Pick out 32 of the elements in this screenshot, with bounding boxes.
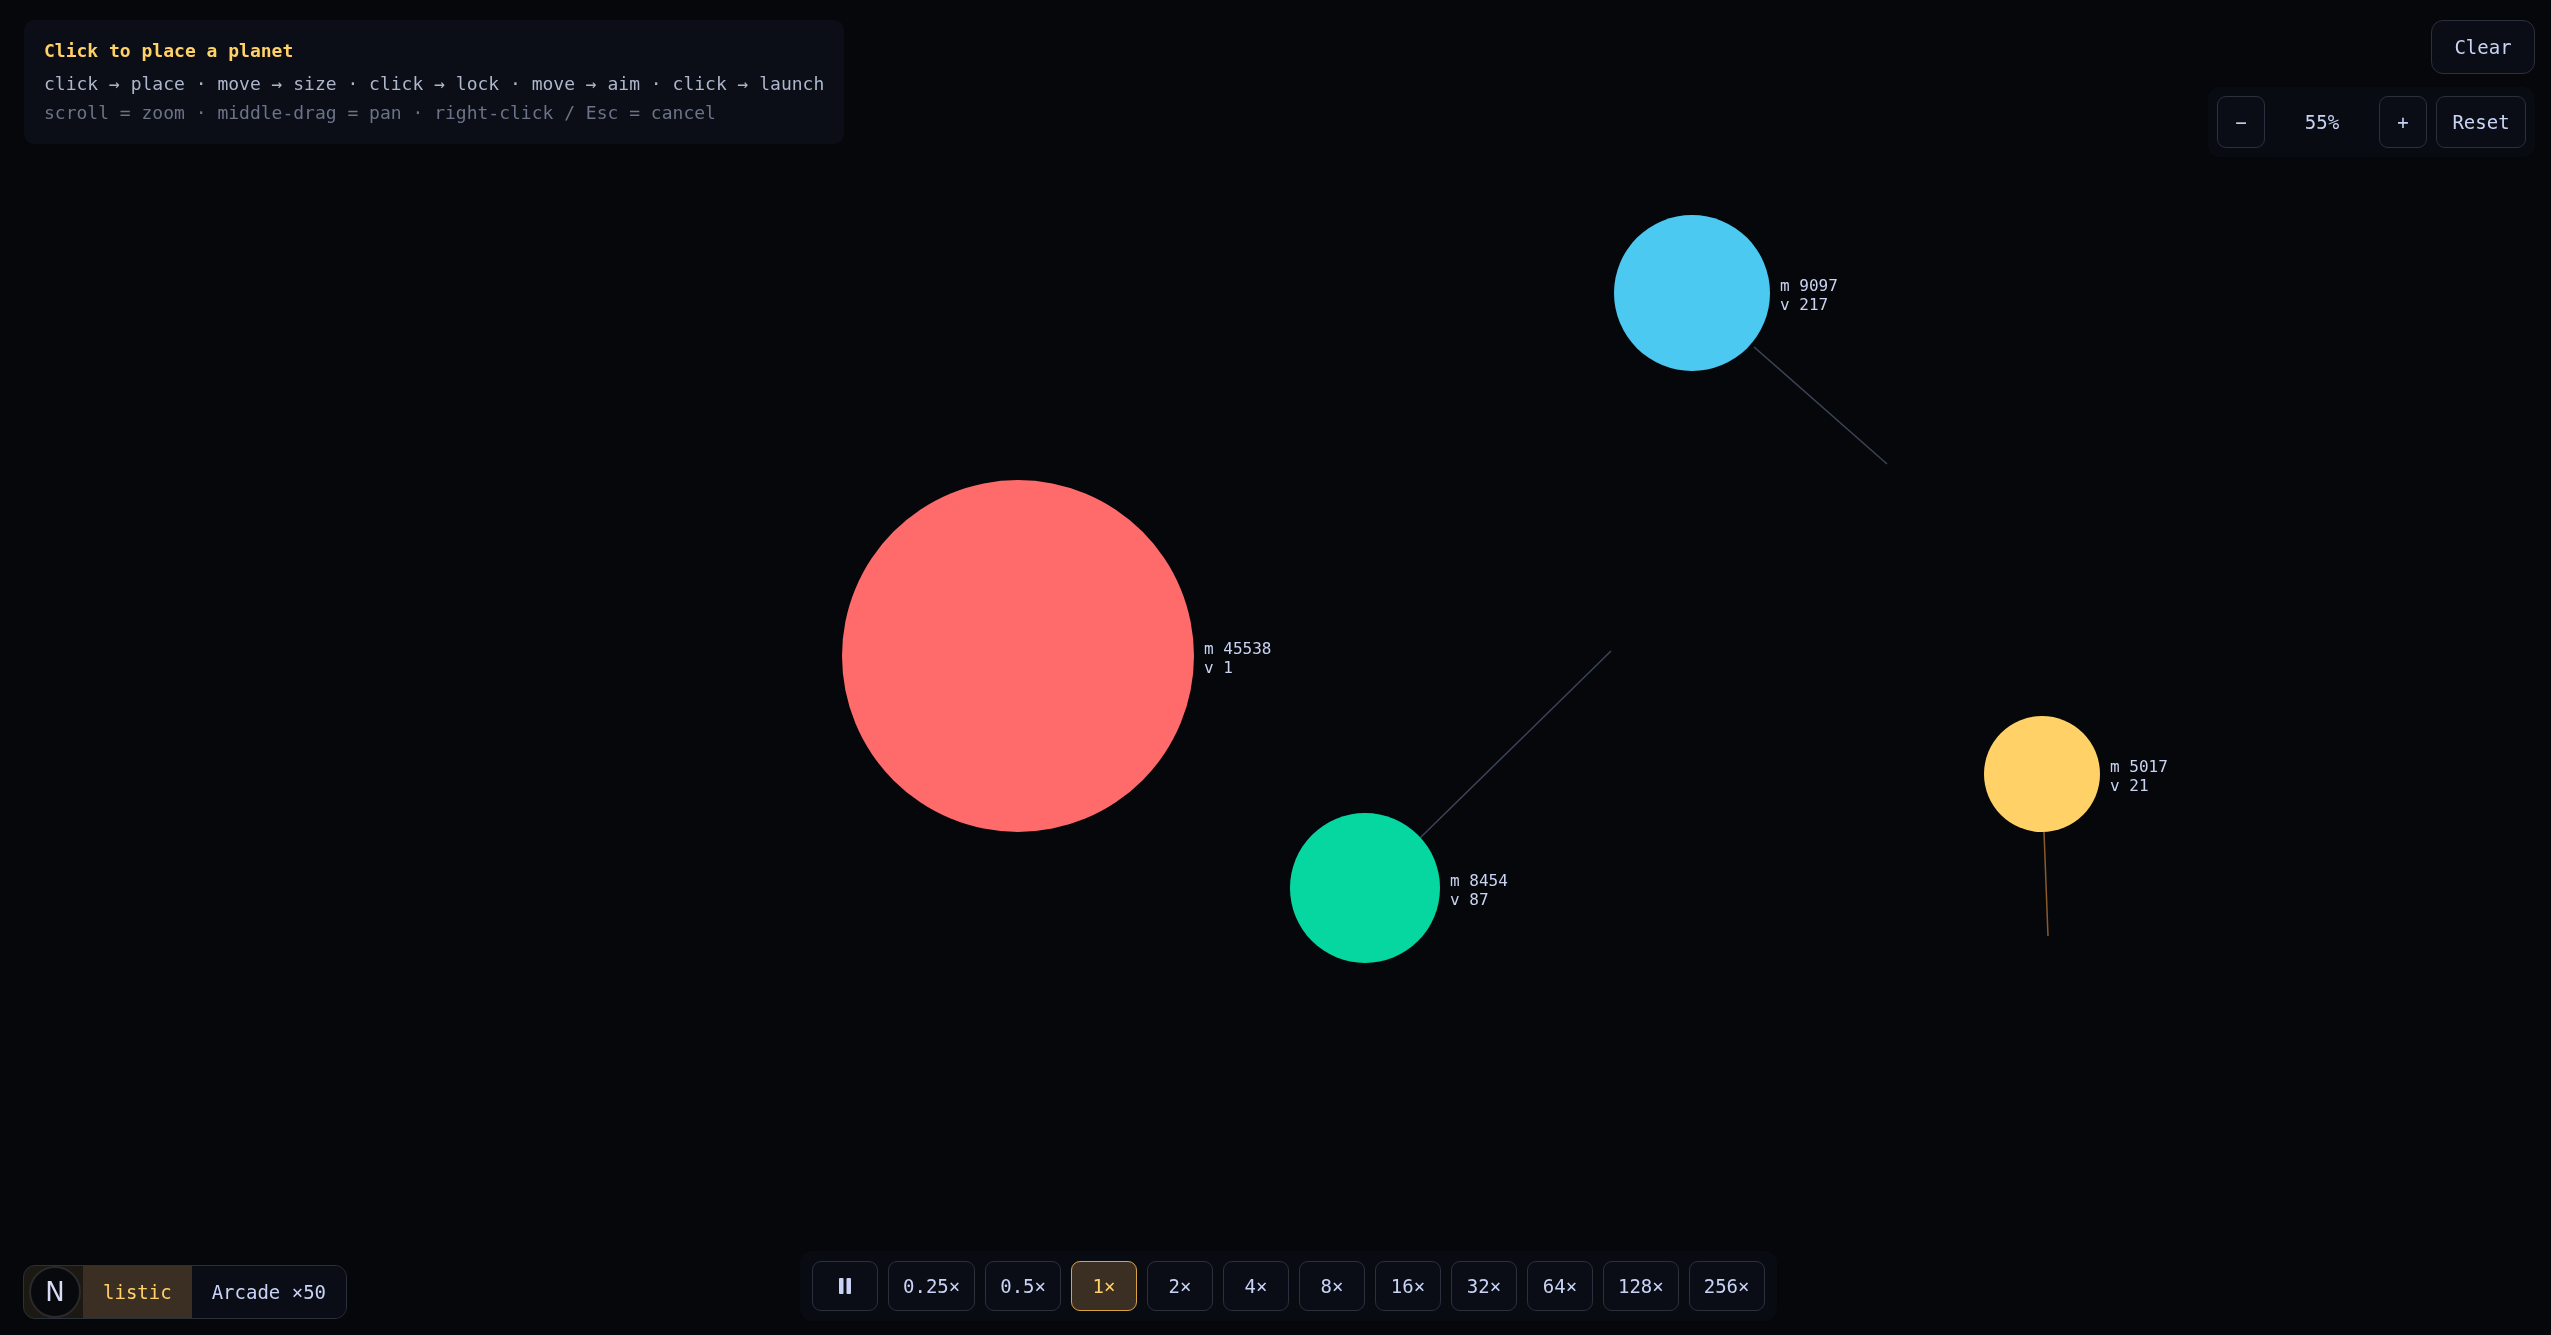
mode-option[interactable]: listic: [83, 1266, 192, 1318]
speed-button[interactable]: 64×: [1526, 1261, 1593, 1311]
help-hints: scroll = zoom · middle-drag = pan · right-click / Esc = cancel: [44, 101, 717, 126]
zoom-out-button[interactable]: −: [2217, 96, 2265, 148]
planet-velocity: v 87: [1450, 890, 1489, 909]
speed-button[interactable]: 256×: [1688, 1261, 1765, 1311]
speed-button[interactable]: 128×: [1602, 1261, 1679, 1311]
speed-button[interactable]: 0.5×: [985, 1261, 1061, 1311]
reset-button[interactable]: Reset: [2436, 96, 2526, 148]
help-title: Click to place a planet: [44, 39, 295, 63]
speed-button[interactable]: 0.25×: [888, 1261, 976, 1311]
planet-velocity: v 21: [2110, 776, 2149, 795]
speed-button[interactable]: 2×: [1146, 1261, 1213, 1311]
zoom-level: 55%: [2303, 111, 2341, 133]
speed-button[interactable]: 16×: [1374, 1261, 1441, 1311]
pause-button[interactable]: [812, 1261, 878, 1311]
planet-mass: m 45538: [1204, 639, 1272, 658]
speed-button[interactable]: 32×: [1450, 1261, 1517, 1311]
planet-velocity: v 1: [1204, 658, 1233, 677]
zoom-in-button[interactable]: +: [2379, 96, 2427, 148]
help-steps: click → place · move → size · click → lock · move → aim · click → launch: [44, 71, 825, 97]
planet-velocity: v 217: [1780, 295, 1829, 314]
speed-button[interactable]: 4×: [1222, 1261, 1289, 1311]
mode-option[interactable]: Arcade ×50: [191, 1266, 347, 1318]
dev-badge[interactable]: N: [29, 1266, 81, 1318]
speed-button[interactable]: 8×: [1298, 1261, 1365, 1311]
clear-button[interactable]: Clear: [2431, 20, 2535, 74]
pause-icon: [838, 1278, 852, 1294]
speed-button[interactable]: 1×: [1070, 1261, 1137, 1311]
planet-mass: m 5017: [2110, 757, 2168, 776]
planet-mass: m 9097: [1780, 276, 1838, 295]
planet-mass: m 8454: [1450, 871, 1508, 890]
